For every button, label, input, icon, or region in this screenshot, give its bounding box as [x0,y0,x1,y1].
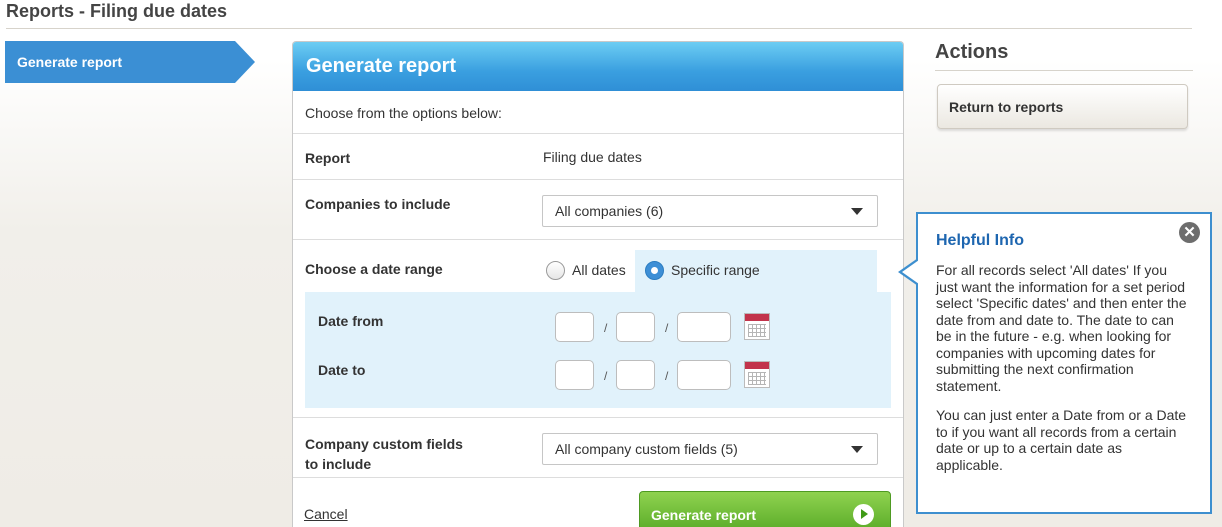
calendar-icon[interactable] [744,313,770,340]
helpful-info-popup: ✕ Helpful Info For all records select 'A… [898,212,1212,514]
radio-checked-icon [645,260,664,280]
date-from-month-input[interactable] [616,312,655,342]
date-to-year-input[interactable] [677,360,731,390]
date-to-label: Date to [318,362,366,378]
date-from-day-input[interactable] [555,312,594,342]
date-range-row: Choose a date range All dates Specific r… [293,240,903,418]
companies-label: Companies to include [305,196,451,212]
return-to-reports-button[interactable]: Return to reports [937,84,1188,129]
date-from-year-input[interactable] [677,312,731,342]
date-separator: / [665,321,669,335]
report-value: Filing due dates [543,149,642,165]
generate-report-button-label: Generate report [651,507,757,523]
radio-unchecked-icon [546,260,565,280]
intro-text: Choose from the options below: [293,91,903,134]
generate-report-button[interactable]: Generate report [639,491,891,527]
date-separator: / [665,369,669,383]
radio-all-dates-label: All dates [572,262,626,278]
radio-all-dates[interactable]: All dates [546,250,626,290]
date-separator: / [604,369,608,383]
close-icon[interactable]: ✕ [1179,222,1200,243]
panel-header: Generate report [293,42,903,91]
actions-title: Actions [935,41,1009,63]
radio-specific-range[interactable]: Specific range [645,250,760,290]
chevron-down-icon [851,208,863,215]
helpful-info-paragraph-1: For all records select 'All dates' If yo… [936,262,1187,394]
radio-specific-range-label: Specific range [671,262,760,278]
arrow-right-circle-icon [853,504,874,525]
report-row: Report Filing due dates [293,134,903,180]
custom-fields-label-line1: Company custom fields [305,436,463,452]
custom-fields-label: Company custom fields to include [305,434,463,474]
companies-select-value: All companies (6) [555,203,664,219]
companies-row: Companies to include All companies (6) [293,180,903,240]
sidebar-item-generate-report[interactable]: Generate report [5,41,255,83]
generate-report-panel: Generate report Choose from the options … [292,41,904,527]
calendar-icon[interactable] [744,361,770,388]
custom-fields-row: Company custom fields to include All comp… [293,418,903,478]
helpful-info-paragraph-2: You can just enter a Date from or a Date… [936,407,1187,473]
date-to-day-input[interactable] [555,360,594,390]
custom-fields-select-value: All company custom fields (5) [555,441,738,457]
date-inputs-box: Date from / / Date to / / [305,292,891,408]
actions-divider [935,70,1193,71]
cancel-link[interactable]: Cancel [304,506,348,522]
date-to-month-input[interactable] [616,360,655,390]
helpful-info-title: Helpful Info [936,232,1024,249]
custom-fields-select[interactable]: All company custom fields (5) [542,433,878,465]
date-from-label: Date from [318,313,384,329]
date-range-label: Choose a date range [305,261,443,277]
page-title: Reports - Filing due dates [6,1,228,21]
title-divider [6,28,1192,29]
report-label: Report [305,150,351,166]
chevron-down-icon [851,446,863,453]
custom-fields-label-line2: to include [305,456,372,472]
date-separator: / [604,321,608,335]
companies-select[interactable]: All companies (6) [542,195,878,227]
